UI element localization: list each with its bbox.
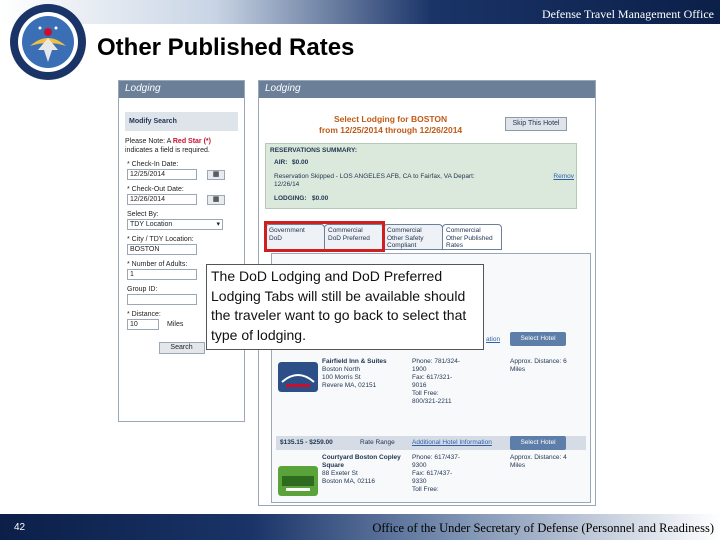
courtyard-logo-icon [278,466,318,496]
hotel-name: Square [322,462,345,469]
distance-line: Miles [510,366,526,373]
city-label: * City / TDY Location: [127,236,194,243]
lodging-header-right: Lodging [259,81,595,98]
hotel-address: 88 Exeter St [322,470,358,477]
additional-info-link[interactable]: Additional Hotel Information [412,439,492,446]
remove-link[interactable]: Remov [553,173,574,180]
group-input[interactable] [127,294,197,305]
note-prefix: Please Note: A [125,138,173,145]
hotel-tollfree: Toll Free: [412,486,439,493]
tab-line: Commercial [387,227,422,234]
callout-box: The DoD Lodging and DoD Preferred Lodgin… [206,264,484,350]
tab-commercial-other-safety[interactable]: Commercial Other Safety Compliant [383,224,443,250]
select-lodging-title: Select Lodging for BOSTON from 12/25/201… [319,114,462,136]
modify-search-panel: Lodging Modify Search Please Note: A Red… [118,80,245,422]
office-name-top: Defense Travel Management Office [541,7,714,21]
calendar-icon[interactable]: ▦ [207,169,225,180]
hotel-tollfree: Toll Free: [412,390,439,397]
calendar-icon[interactable]: ▦ [207,194,225,205]
hotel-phone: Phone: 781/324- [412,358,461,365]
dod-tabs-highlight [264,221,385,252]
checkin-label: * Check-In Date: [127,161,179,168]
hotel-2-distance: Approx. Distance: 4 Miles [510,454,567,470]
hotel-phone: 1900 [412,366,427,373]
hotel-2-contact: Phone: 617/437- 9300 Fax: 617/437- 9330 … [412,454,460,494]
hotel-phone: Phone: 617/437- [412,454,461,461]
reservations-summary: RESERVATIONS SUMMARY: AIR: $0.00 Reserva… [265,143,577,209]
distance-input[interactable]: 10 [127,319,159,330]
air-label: AIR: [274,159,288,166]
tab-line: Compliant [387,242,417,249]
hotel-1-contact: Phone: 781/324- 1900 Fax: 617/321- 9016 … [412,358,460,406]
slide-title: Other Published Rates [97,34,355,61]
hotel-1-distance: Approx. Distance: 6 Miles [510,358,567,374]
hotel-address: 100 Morris St [322,374,361,381]
search-button[interactable]: Search [158,342,205,354]
hotel-fax: 9330 [412,478,427,485]
hotel-address: Revere MA, 02151 [322,382,377,389]
hotel-phone: 9300 [412,462,427,469]
checkout-input[interactable]: 12/26/2014 [127,194,197,205]
tab-line: Other Safety [387,234,424,242]
dod-seal-icon [10,4,86,80]
fairfield-logo-icon [278,362,318,392]
skipped-line-1: Reservation Skipped - LOS ANGELES AFB, C… [274,173,475,180]
chevron-down-icon: ▾ [216,221,220,228]
select-by-dropdown[interactable]: TDY Location ▾ [127,219,223,230]
office-name-bottom: Office of the Under Secretary of Defense… [372,521,714,535]
skipped-line-2: 12/26/14 [274,181,300,188]
lodging-header-left: Lodging [119,81,244,98]
checkin-input[interactable]: 12/25/2014 [127,169,197,180]
adults-input[interactable]: 1 [127,269,197,280]
lodging-value: $0.00 [312,195,329,202]
hotel-fax: Fax: 617/321- [412,374,453,381]
modify-search-title: Modify Search [125,112,238,131]
select-hotel-button[interactable]: Select Hotel [510,332,566,346]
hotel-fax: 9016 [412,382,427,389]
distance-line: Approx. Distance: 6 [510,358,567,365]
skip-hotel-button[interactable]: Skip This Hotel [505,117,567,131]
select-lodging-line2: from 12/25/2014 through 12/26/2014 [319,125,463,135]
distance-line: Approx. Distance: 4 [510,454,567,461]
hotel-rate: $135.15 - $259.00 [280,439,333,446]
summary-title: RESERVATIONS SUMMARY: [270,147,358,154]
tab-commercial-other-published[interactable]: Commercial Other Published Rates [442,224,502,250]
hotel-1-details: Fairfield Inn & Suites Boston North 100 … [322,358,387,390]
select-hotel-button[interactable]: Select Hotel [510,436,566,450]
tab-line: Other Published [446,234,493,242]
hotel-address: Boston MA, 02116 [322,478,375,485]
slide-number: 42 [14,522,26,533]
checkout-label: * Check-Out Date: [127,186,184,193]
select-lodging-line1: Select Lodging for BOSTON [333,114,448,124]
tab-line: Rates [446,242,463,249]
note-suffix: indicates a field is required. [125,147,210,154]
hotel-address: Boston North [322,366,360,373]
select-by-label: Select By: [127,211,159,218]
hotel-info-link[interactable]: ation [486,336,500,343]
lodging-label: LODGING: [274,195,307,202]
hotel-name: Fairfield Inn & Suites [322,358,387,365]
hotel-2-details: Courtyard Boston Copley Square 88 Exeter… [322,454,401,486]
hotel-tollfree: 800/321-2211 [412,398,452,405]
hotel-name: Courtyard Boston Copley [322,454,401,461]
select-by-value: TDY Location [130,221,173,228]
city-input[interactable]: BOSTON [127,244,197,255]
distance-line: Miles [510,462,526,469]
note-red-star: Red Star (*) [172,138,211,145]
distance-unit: Miles [167,321,184,328]
required-note: Please Note: A Red Star (*) indicates a … [125,137,238,155]
tab-line: Commercial [446,227,481,234]
rate-range-label: Rate Range [360,439,395,446]
air-value: $0.00 [292,159,309,166]
hotel-fax: Fax: 617/437- [412,470,453,477]
